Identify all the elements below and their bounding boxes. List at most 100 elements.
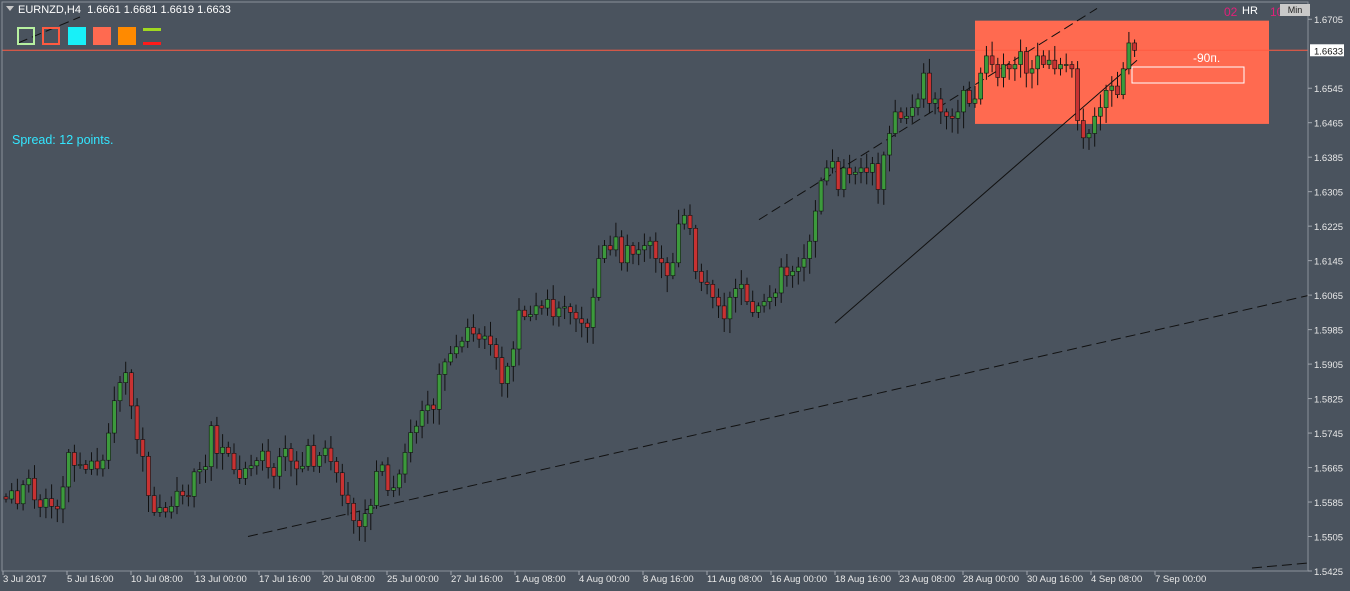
x-tick-label: 1 Aug 08:00 <box>515 574 566 585</box>
candle-body <box>795 266 801 272</box>
toolbar-swatch-outline-red[interactable] <box>42 27 60 45</box>
candle-body <box>146 456 151 496</box>
candle <box>944 108 949 130</box>
candle <box>197 461 203 484</box>
candle <box>431 398 436 424</box>
candle-body <box>151 495 157 513</box>
timeframe-min-button[interactable]: Min <box>1280 4 1310 16</box>
candle-body <box>1058 64 1063 70</box>
candle-body <box>77 464 83 466</box>
candle-body <box>391 487 396 491</box>
candle <box>9 483 14 504</box>
candle <box>72 444 77 482</box>
candle <box>824 160 830 186</box>
candle-body <box>493 344 499 358</box>
candle <box>852 166 858 185</box>
candle-body <box>197 469 203 473</box>
candle-body <box>573 312 579 320</box>
candle-body <box>368 505 374 514</box>
candle <box>949 108 955 133</box>
toolbar-swatch-outline-green[interactable] <box>17 27 35 45</box>
candle <box>243 461 248 486</box>
candle-body <box>49 498 54 507</box>
candle <box>818 177 824 215</box>
candle-body <box>237 469 242 479</box>
candle <box>368 498 374 531</box>
x-tick-label: 5 Jul 16:00 <box>67 574 113 585</box>
toolbar-line-tool-icon[interactable] <box>143 27 161 45</box>
candle-body <box>208 425 214 467</box>
candle <box>602 239 607 264</box>
candle <box>556 301 562 327</box>
candle-body <box>955 111 961 119</box>
candle <box>277 447 282 490</box>
candle <box>505 362 510 398</box>
candle <box>294 451 300 486</box>
candle <box>345 481 351 516</box>
candle <box>909 94 915 123</box>
candle-body <box>670 262 676 277</box>
candle-body <box>425 404 431 411</box>
candle-body <box>596 258 602 298</box>
x-tick-label: 13 Jul 00:00 <box>195 574 247 585</box>
candle-body <box>927 72 932 104</box>
candle <box>203 454 208 483</box>
candle-body <box>1069 64 1075 70</box>
candle <box>499 346 505 397</box>
candle <box>351 497 357 534</box>
candle-body <box>909 107 915 117</box>
candle <box>311 434 317 472</box>
candle <box>716 288 721 318</box>
candle <box>795 257 801 285</box>
candle <box>756 302 761 318</box>
candle-body <box>818 180 824 212</box>
candle-body <box>72 452 77 466</box>
candle <box>186 484 191 507</box>
candle <box>220 434 225 470</box>
x-tick-label: 20 Jul 08:00 <box>323 574 375 585</box>
candle <box>813 200 818 258</box>
candle <box>305 438 311 471</box>
current-price-label: 1.6633 <box>1314 46 1343 57</box>
candle <box>847 154 852 184</box>
y-tick-label: 1.6305 <box>1314 188 1343 199</box>
candle-body <box>9 490 14 500</box>
x-tick-label: 3 Jul 2017 <box>3 574 47 585</box>
candle-body <box>174 490 180 507</box>
y-tick-label: 1.5505 <box>1314 533 1343 544</box>
candle <box>1086 128 1092 150</box>
candle-body <box>602 245 607 259</box>
candle <box>870 156 875 186</box>
candle-body <box>414 425 419 433</box>
candle-body <box>140 439 146 457</box>
y-tick-label: 1.5745 <box>1314 429 1343 440</box>
toolbar-swatch-cyan[interactable] <box>68 27 86 45</box>
candle-body <box>345 494 351 504</box>
candle <box>784 253 790 287</box>
candle-body <box>784 266 790 277</box>
toolbar-swatch-salmon[interactable] <box>93 27 111 45</box>
x-tick-label: 30 Aug 16:00 <box>1027 574 1083 585</box>
candle <box>191 468 197 508</box>
toolbar-swatch-orange[interactable] <box>118 27 136 45</box>
candle <box>533 292 539 321</box>
candle-body <box>442 361 448 375</box>
chart-menu-triangle-icon[interactable] <box>6 6 14 11</box>
candle <box>887 125 892 172</box>
candle <box>123 361 128 395</box>
candle <box>921 63 927 108</box>
candle <box>3 493 9 503</box>
candle <box>237 455 242 484</box>
candle-body <box>66 452 71 488</box>
candle <box>864 153 870 185</box>
price-chart[interactable]: -90п. 1.6705 1.6633 1.6545 1.6465 1.6385 1.63… <box>0 0 1350 591</box>
candle <box>744 277 750 306</box>
candle-body <box>744 284 750 302</box>
candle-body <box>972 98 978 104</box>
candle-body <box>357 520 362 527</box>
candle <box>676 209 681 268</box>
candle <box>835 156 841 197</box>
symbol-info: EURNZD,H4 1.6661 1.6681 1.6619 1.6633 <box>6 4 231 16</box>
candle <box>670 252 676 280</box>
candle <box>254 457 260 475</box>
